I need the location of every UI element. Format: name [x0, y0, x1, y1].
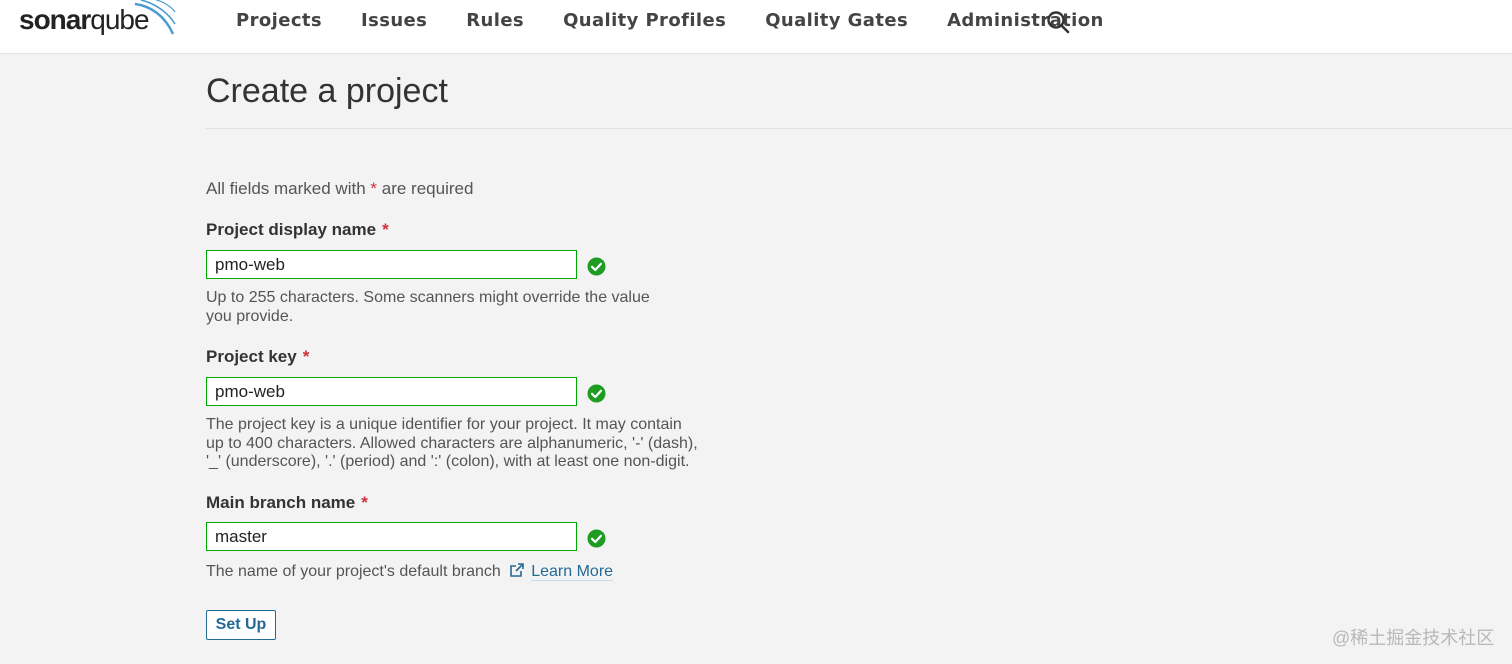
main-branch-help: The name of your project's default branc…	[206, 562, 614, 581]
required-star: *	[382, 220, 389, 239]
required-star: *	[370, 179, 378, 198]
nav-quality-gates[interactable]: Quality Gates	[765, 10, 908, 31]
project-key-help: The project key is a unique identifier f…	[206, 416, 698, 470]
sonarqube-logo[interactable]: sonarqube	[19, 0, 179, 40]
title-divider	[206, 128, 1512, 129]
check-circle-icon	[587, 257, 606, 276]
required-star: *	[302, 347, 310, 366]
project-key-input[interactable]	[206, 377, 577, 406]
nav-projects[interactable]: Projects	[236, 10, 322, 31]
main-branch-input[interactable]	[206, 522, 577, 551]
display-name-input[interactable]	[206, 250, 577, 279]
search-icon[interactable]	[1045, 9, 1071, 35]
main-branch-label: Main branch name *	[206, 493, 368, 513]
main-branch-label-text: Main branch name	[206, 493, 356, 512]
nav-quality-profiles[interactable]: Quality Profiles	[563, 10, 726, 31]
top-navigation-bar: sonarqube Projects Issues Rules Quality …	[0, 0, 1512, 54]
check-circle-icon	[587, 384, 606, 403]
set-up-button[interactable]: Set Up	[206, 610, 276, 640]
main-branch-help-text: The name of your project's default branc…	[206, 563, 501, 580]
logo-text-bold: sonar	[19, 4, 91, 35]
required-note-suffix: are required	[381, 179, 474, 198]
nav-rules[interactable]: Rules	[466, 10, 524, 31]
display-name-label: Project display name *	[206, 220, 389, 240]
learn-more-link[interactable]: Learn More	[531, 563, 614, 581]
project-key-label: Project key *	[206, 347, 309, 367]
main-nav: Projects Issues Rules Quality Profiles Q…	[236, 8, 1143, 32]
nav-issues[interactable]: Issues	[361, 10, 427, 31]
display-name-help: Up to 255 characters. Some scanners migh…	[206, 289, 650, 325]
required-fields-note: All fields marked with * are required	[206, 179, 473, 199]
page-title: Create a project	[206, 72, 448, 110]
required-note-prefix: All fields marked with	[206, 179, 366, 198]
display-name-label-text: Project display name	[206, 220, 377, 239]
project-key-label-text: Project key	[206, 347, 297, 366]
nav-administration[interactable]: Administration	[947, 10, 1104, 31]
logo-waves-icon	[134, 0, 176, 35]
watermark: @稀土掘金技术社区	[1332, 628, 1495, 648]
required-star: *	[361, 493, 368, 512]
external-link-icon[interactable]	[509, 562, 525, 578]
check-circle-icon	[587, 529, 606, 548]
